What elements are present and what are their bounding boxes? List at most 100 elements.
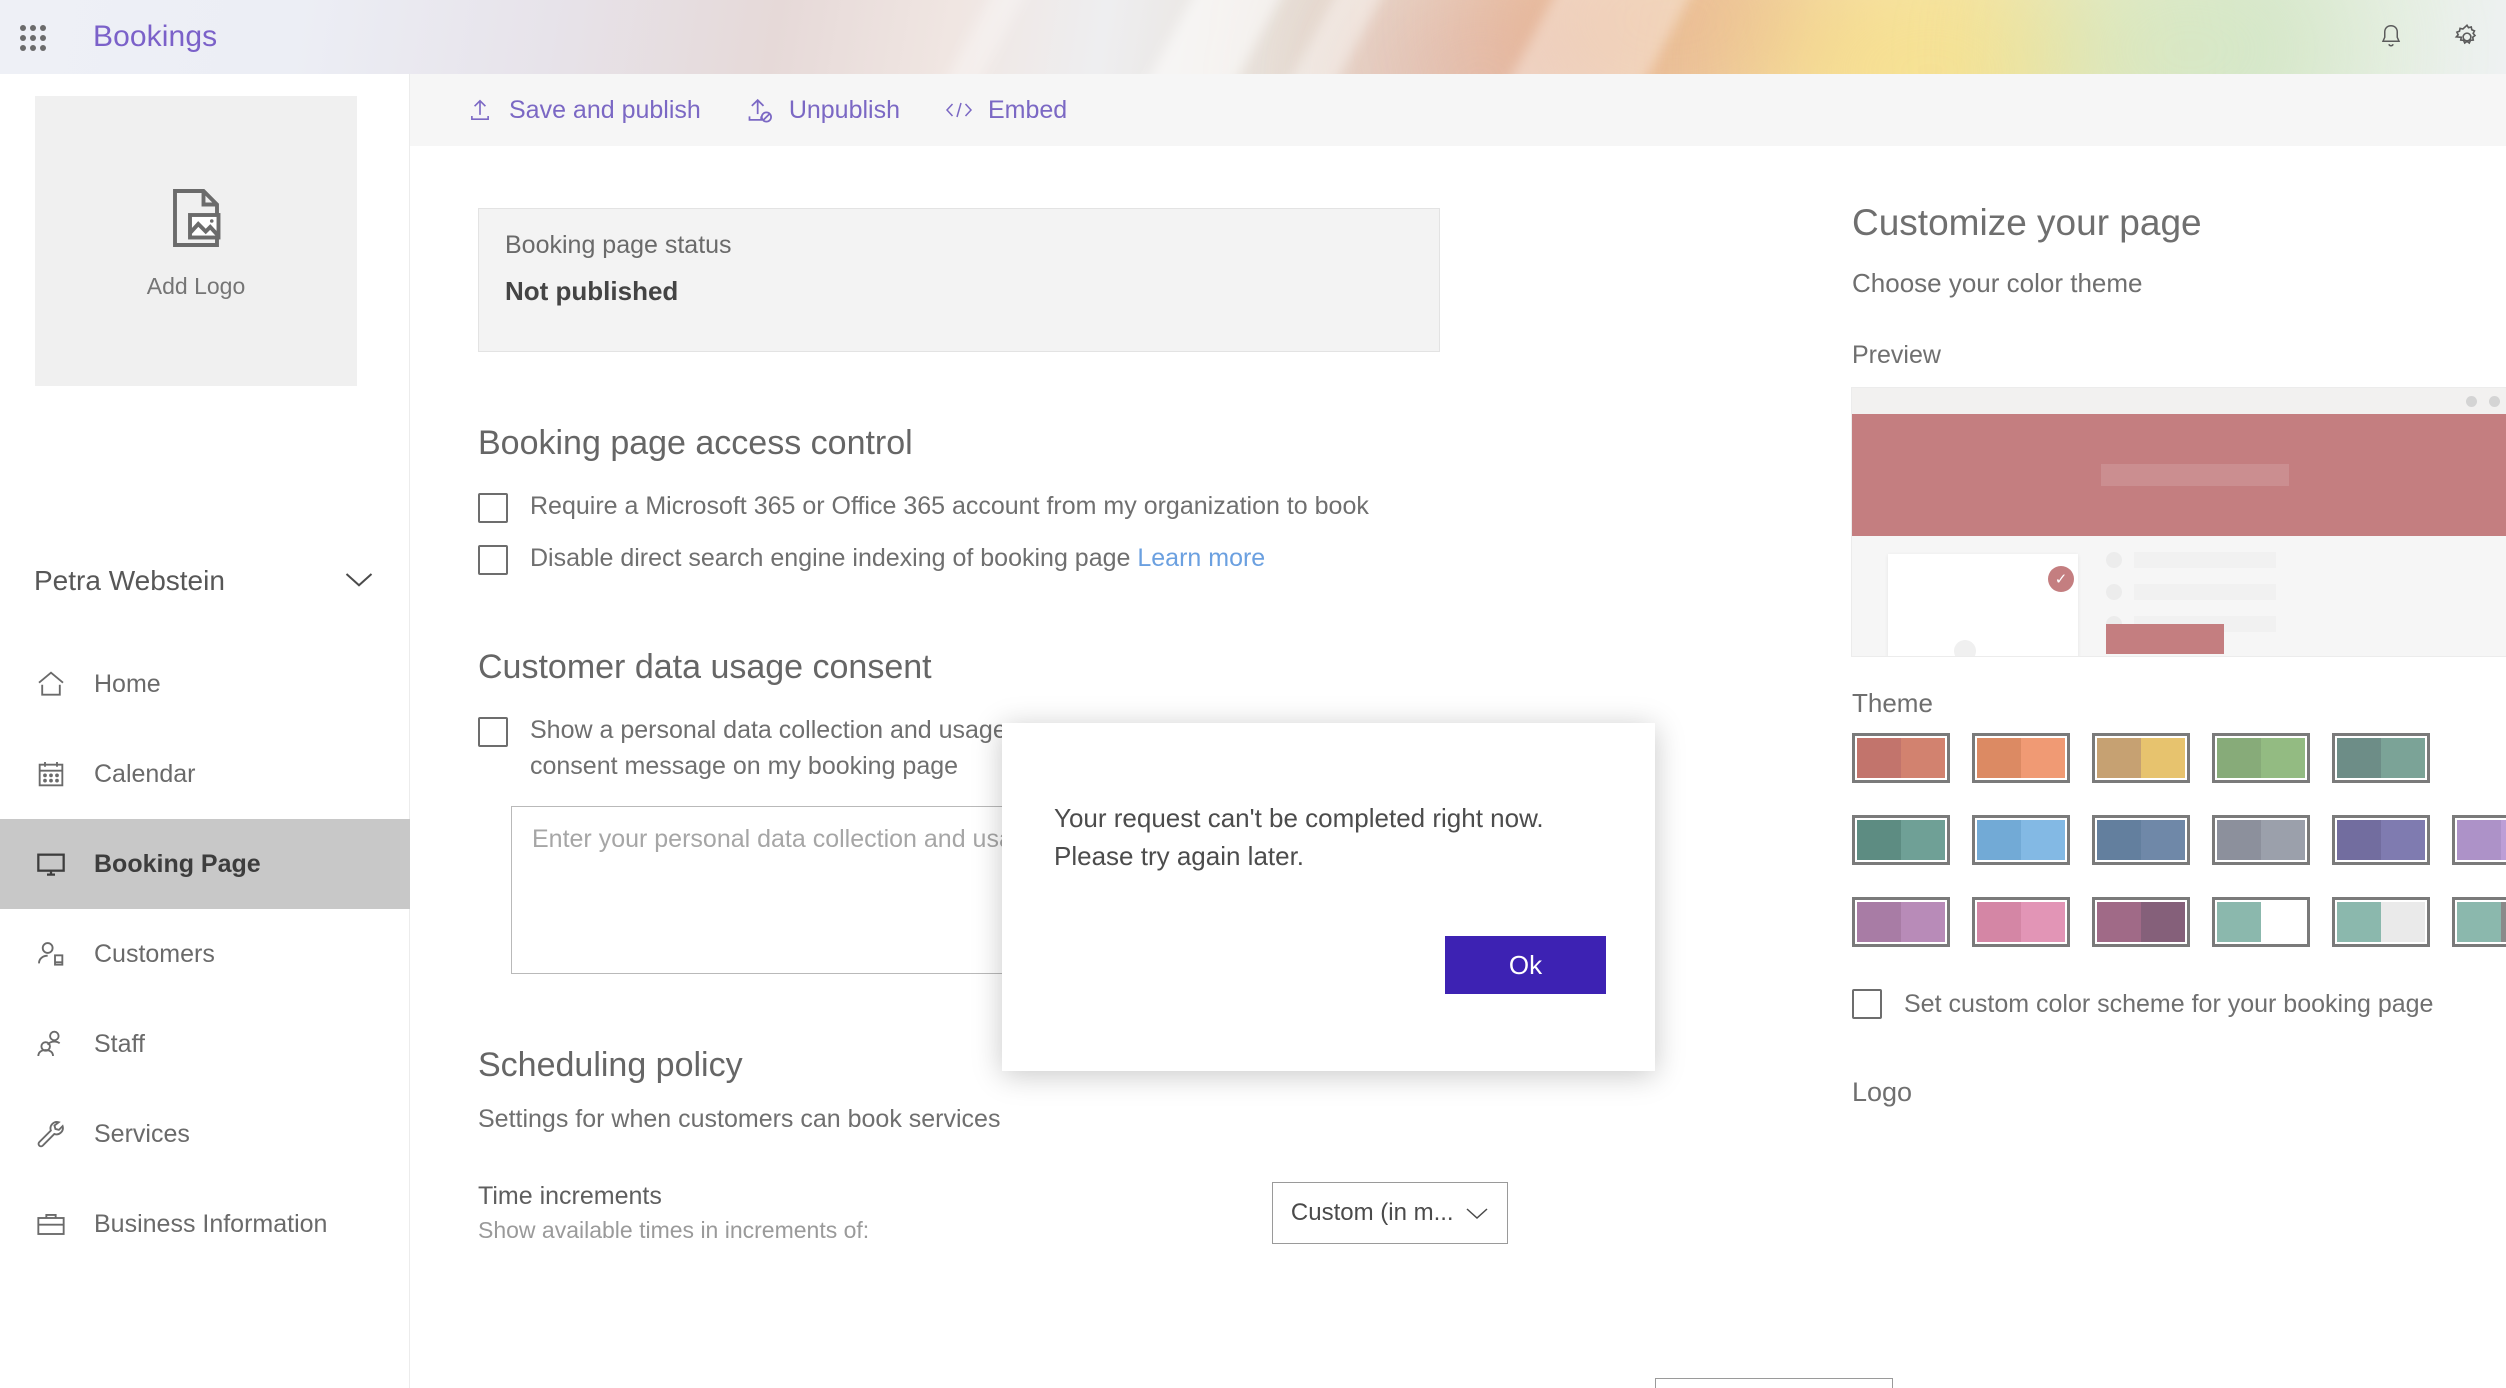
learn-more-link[interactable]: Learn more <box>1137 544 1265 572</box>
save-and-publish-button[interactable]: Save and publish <box>443 82 723 138</box>
booking-page-status-card: Booking page status Not published <box>478 208 1440 352</box>
booking-page-preview: ✓ <box>1852 388 2506 656</box>
color-swatch[interactable] <box>1972 897 2070 947</box>
check-circle-icon: ✓ <box>2048 566 2074 592</box>
time-increments-desc: Show available times in increments of: <box>478 1217 870 1243</box>
color-swatch[interactable] <box>2092 733 2190 783</box>
require-m365-account-label: Require a Microsoft 365 or Office 365 ac… <box>530 492 1369 520</box>
gear-icon[interactable] <box>2450 20 2484 54</box>
show-consent-message-checkbox[interactable] <box>478 717 508 747</box>
sidebar-item-label: Home <box>94 669 161 698</box>
swatch-half-right <box>2501 820 2506 860</box>
unpublish-icon <box>745 95 775 125</box>
swatch-half-left <box>2337 820 2381 860</box>
preview-label: Preview <box>1852 341 1941 369</box>
chevron-down-icon <box>1465 1199 1489 1227</box>
color-swatch[interactable] <box>1852 897 1950 947</box>
account-switcher[interactable]: Petra Webstein <box>34 552 374 610</box>
time-increments-dropdown[interactable]: Custom (in m... <box>1271 1182 1508 1244</box>
preview-list-item <box>2106 584 2296 600</box>
swatch-half-right <box>2021 902 2065 942</box>
image-document-icon <box>160 182 232 259</box>
account-name: Petra Webstein <box>34 565 225 596</box>
customize-subtitle: Choose your color theme <box>1852 268 2143 298</box>
time-increments-label: Time increments <box>478 1182 662 1210</box>
custom-color-scheme-checkbox[interactable] <box>1852 989 1882 1019</box>
wrench-icon <box>34 1117 68 1151</box>
color-swatch[interactable] <box>2212 733 2310 783</box>
color-theme-swatch-grid <box>1852 733 2506 947</box>
color-swatch[interactable] <box>1852 815 1950 865</box>
color-swatch[interactable] <box>2092 897 2190 947</box>
color-swatch[interactable] <box>2212 815 2310 865</box>
preview-service-card: ✓ <box>1888 554 2078 656</box>
sidebar-item-calendar[interactable]: Calendar <box>0 729 410 819</box>
header-actions <box>2374 0 2484 74</box>
time-increments-value: Custom (in m... <box>1290 1199 1454 1226</box>
swatch-half-right <box>2261 820 2305 860</box>
sidebar-item-staff[interactable]: Staff <box>0 999 410 1089</box>
color-swatch[interactable] <box>2332 815 2430 865</box>
scheduling-policy-subtitle: Settings for when customers can book ser… <box>478 1105 1001 1133</box>
swatch-half-right <box>2261 738 2305 778</box>
secondary-dropdown[interactable] <box>1655 1378 1893 1388</box>
sidebar-item-label: Calendar <box>94 759 196 788</box>
swatch-half-left <box>2097 902 2141 942</box>
add-logo-button[interactable]: Add Logo <box>35 96 357 386</box>
window-dot-icon <box>2466 395 2477 407</box>
color-swatch[interactable] <box>2452 897 2506 947</box>
color-swatch[interactable] <box>2332 897 2430 947</box>
swatch-half-left <box>2097 738 2141 778</box>
settings-column: Booking page status Not published Bookin… <box>478 146 1508 1244</box>
time-increments-text: Time increments Show available times in … <box>478 1182 1112 1244</box>
swatch-half-right <box>2381 902 2425 942</box>
data-consent-heading: Customer data usage consent <box>478 648 932 686</box>
sidebar-item-services[interactable]: Services <box>0 1089 410 1179</box>
swatch-half-right <box>2381 738 2425 778</box>
unpublish-button[interactable]: Unpublish <box>723 82 922 138</box>
swatch-half-right <box>2141 820 2185 860</box>
disable-search-indexing-checkbox[interactable] <box>478 544 508 575</box>
logo-section-heading: Logo <box>1852 1077 1913 1107</box>
swatch-half-right <box>2141 902 2185 942</box>
color-swatch[interactable] <box>1852 733 1950 783</box>
home-icon <box>34 667 68 701</box>
briefcase-icon <box>34 1207 68 1241</box>
status-label: Booking page status <box>505 231 732 259</box>
sidebar-item-customers[interactable]: Customers <box>0 909 410 999</box>
sidebar-item-label: Customers <box>94 939 215 968</box>
color-swatch[interactable] <box>1972 815 2070 865</box>
swatch-half-left <box>1977 902 2021 942</box>
swatch-half-right <box>2381 820 2425 860</box>
preview-list-item <box>2106 552 2296 568</box>
sidebar: Add Logo Petra Webstein Home Calendar Bo… <box>0 74 410 1388</box>
theme-title: Theme <box>1852 688 1933 718</box>
unpublish-label: Unpublish <box>788 95 900 124</box>
color-swatch[interactable] <box>2452 815 2506 865</box>
calendar-icon <box>34 757 68 791</box>
color-swatch[interactable] <box>2092 815 2190 865</box>
preview-primary-button <box>2106 624 2224 654</box>
require-m365-account-checkbox[interactable] <box>478 493 508 523</box>
embed-button[interactable]: Embed <box>922 82 1089 138</box>
color-swatch[interactable] <box>2332 733 2430 783</box>
sidebar-item-booking-page[interactable]: Booking Page <box>0 819 410 909</box>
sidebar-item-home[interactable]: Home <box>0 639 410 729</box>
error-dialog-message: Your request can't be completed right no… <box>1054 803 1544 871</box>
color-swatch[interactable] <box>1972 733 2070 783</box>
sidebar-item-label: Staff <box>94 1029 145 1058</box>
sidebar-item-business-information[interactable]: Business Information <box>0 1179 410 1269</box>
preview-list-bar <box>2134 552 2276 568</box>
swatch-half-left <box>2217 820 2261 860</box>
bell-icon[interactable] <box>2374 20 2408 54</box>
sidebar-item-label: Services <box>94 1119 190 1148</box>
swatch-half-right <box>2141 738 2185 778</box>
access-control-option-row: Require a Microsoft 365 or Office 365 ac… <box>478 489 1508 525</box>
window-dot-icon <box>2489 395 2500 407</box>
header-decorative-streak <box>859 0 1131 74</box>
status-badge: Not published <box>505 276 679 306</box>
app-launcher-icon[interactable] <box>15 20 49 54</box>
custom-color-scheme-row: Set custom color scheme for your booking… <box>1852 989 2506 1019</box>
ok-button[interactable]: Ok <box>1445 936 1606 994</box>
color-swatch[interactable] <box>2212 897 2310 947</box>
